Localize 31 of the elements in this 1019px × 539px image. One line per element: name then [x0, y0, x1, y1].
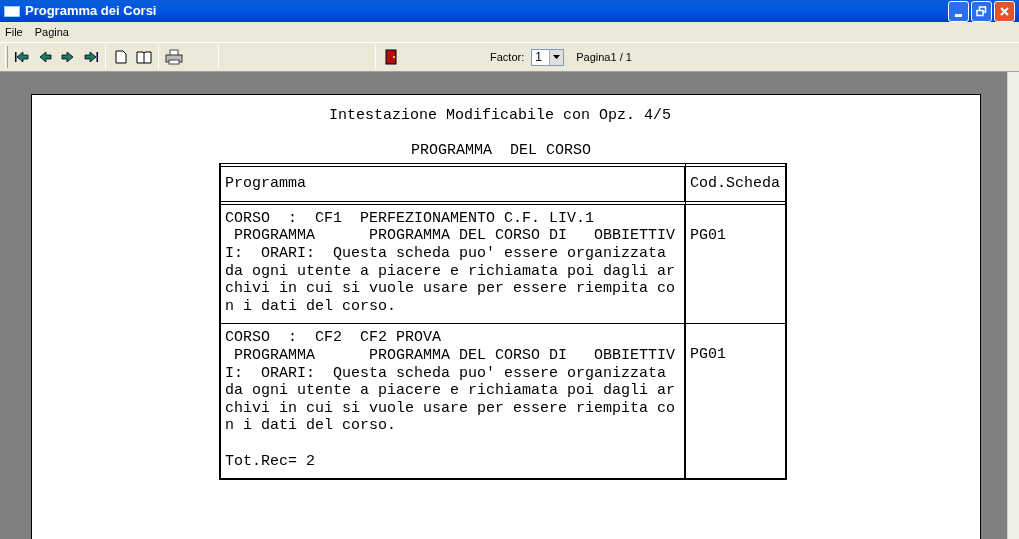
table-cell: CORSO : CF1 PERFEZIONAMENTO C.F. LIV.1 PROGRAMMA PROGRAMMA DEL CORSO DI OBBIETTIV I: ORARI: Questa scheda puo' essere organizzata da ogni utente a piacere e richiamata poi dagli ar chivi in cui si vuole usare per essere riempita co n i dati del corso.: [221, 204, 686, 325]
page-icon: [114, 50, 127, 64]
door-icon: [384, 49, 397, 65]
printer-icon: [164, 49, 183, 65]
last-arrow-icon: [83, 51, 98, 63]
restore-icon: [976, 5, 987, 17]
report-title: PROGRAMMA DEL CORSO: [411, 141, 592, 160]
book-icon: [135, 50, 152, 64]
close-button[interactable]: [994, 0, 1015, 22]
triangle-icon: [553, 55, 561, 59]
minimize-button[interactable]: [948, 0, 969, 22]
left-arrow-icon: [37, 51, 52, 63]
menu-item[interactable]: File: [5, 23, 23, 41]
report-header: Intestazione Modificabile con Opz. 4/5: [329, 107, 672, 125]
print-button[interactable]: [162, 46, 185, 68]
table-cell: PG01: [686, 204, 785, 325]
window-title: Programma dei Corsi: [25, 2, 157, 21]
factor-dropdown[interactable]: 1: [531, 48, 565, 66]
column-header: Programma: [221, 163, 686, 205]
minimize-icon: [955, 13, 962, 17]
table-cell: CORSO : CF2 CF2 PROVA PROGRAMMA PROGRAMMA DEL CORSO DI OBBIETTIV I: ORARI: Questa scheda puo' essere organizzata da ogni utente a piacere e richiamata poi dagli ar chivi in cui si vuole usare per essere riempita co n i dati del corso. Tot.Rec= 2: [221, 324, 686, 481]
window-icon: [4, 5, 20, 17]
page-indicator: Pagina1 / 1: [576, 49, 632, 65]
table-cell: PG01: [686, 324, 785, 481]
right-arrow-icon: [60, 51, 75, 63]
close-icon: [999, 5, 1010, 17]
factor-label: Factor:: [490, 49, 525, 65]
restore-button[interactable]: [971, 0, 992, 22]
column-header: Cod.Scheda: [686, 163, 785, 205]
menu-item[interactable]: Pagina: [34, 23, 69, 41]
first-arrow-icon: [14, 51, 29, 63]
